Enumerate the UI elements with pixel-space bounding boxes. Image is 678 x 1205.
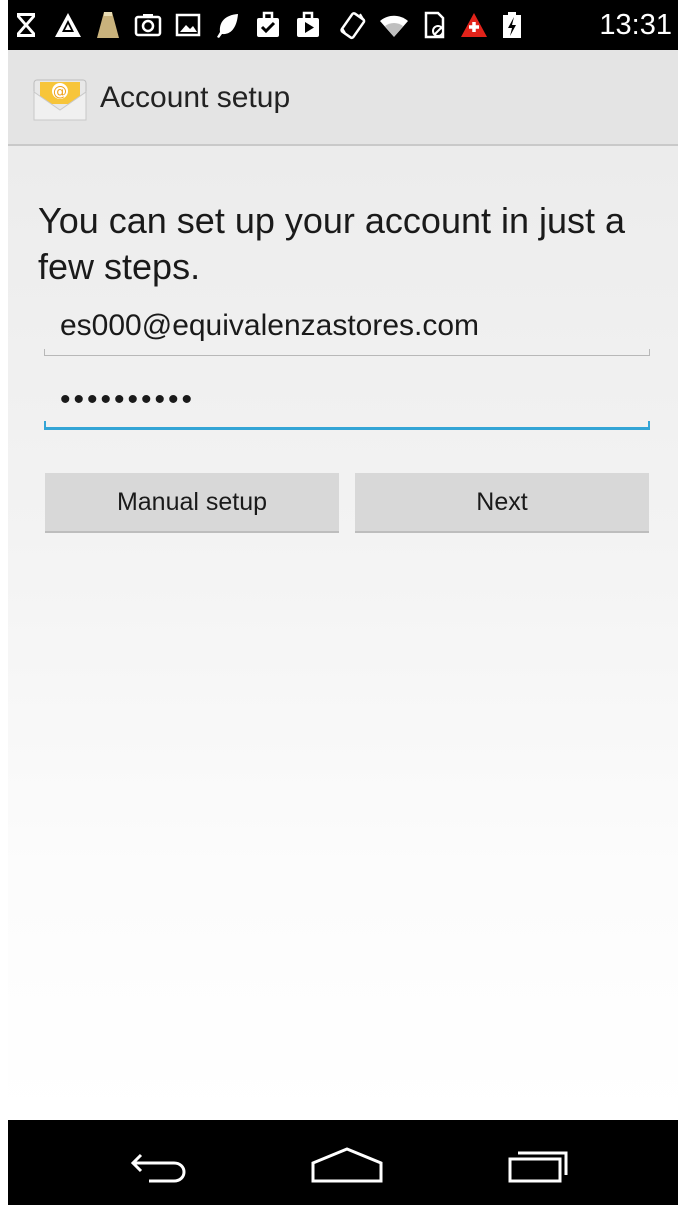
navigation-bar xyxy=(8,1120,678,1205)
warning-triangle-icon xyxy=(52,9,84,41)
svg-text:@: @ xyxy=(53,84,67,100)
screen: 13:31 @ Account setup You can set up you… xyxy=(8,0,678,1205)
next-button[interactable]: Next xyxy=(355,473,649,533)
lamp-icon xyxy=(92,9,124,41)
password-field-underline xyxy=(44,421,650,430)
email-app-icon[interactable]: @ xyxy=(30,72,90,128)
email-field[interactable]: es000@equivalenzastores.com xyxy=(44,306,650,356)
account-setup-form: You can set up your account in just a fe… xyxy=(8,146,678,1120)
status-time: 13:31 xyxy=(599,9,672,41)
action-bar: @ Account setup xyxy=(8,50,678,146)
notification-x-icon xyxy=(10,9,42,41)
vibrate-icon xyxy=(336,9,368,41)
leaf-icon xyxy=(212,9,244,41)
play-store-icon xyxy=(292,9,324,41)
password-value: •••••••••• xyxy=(60,383,196,416)
camera-icon xyxy=(132,9,164,41)
alert-icon xyxy=(458,9,490,41)
email-field-underline xyxy=(44,349,650,356)
password-field[interactable]: •••••••••• xyxy=(44,380,650,430)
page-title: Account setup xyxy=(100,81,291,114)
instructions-text: You can set up your account in just a fe… xyxy=(38,200,626,287)
manual-setup-button[interactable]: Manual setup xyxy=(45,473,339,533)
email-value: es000@equivalenzastores.com xyxy=(60,309,480,342)
image-icon xyxy=(172,9,204,41)
home-icon[interactable] xyxy=(302,1140,392,1190)
battery-charging-icon xyxy=(496,9,528,41)
wifi-icon xyxy=(378,9,410,41)
sim-card-icon xyxy=(418,9,450,41)
status-bar: 13:31 xyxy=(8,0,678,50)
recents-icon[interactable] xyxy=(494,1140,584,1190)
clipboard-check-icon xyxy=(252,9,284,41)
back-icon[interactable] xyxy=(115,1140,205,1190)
